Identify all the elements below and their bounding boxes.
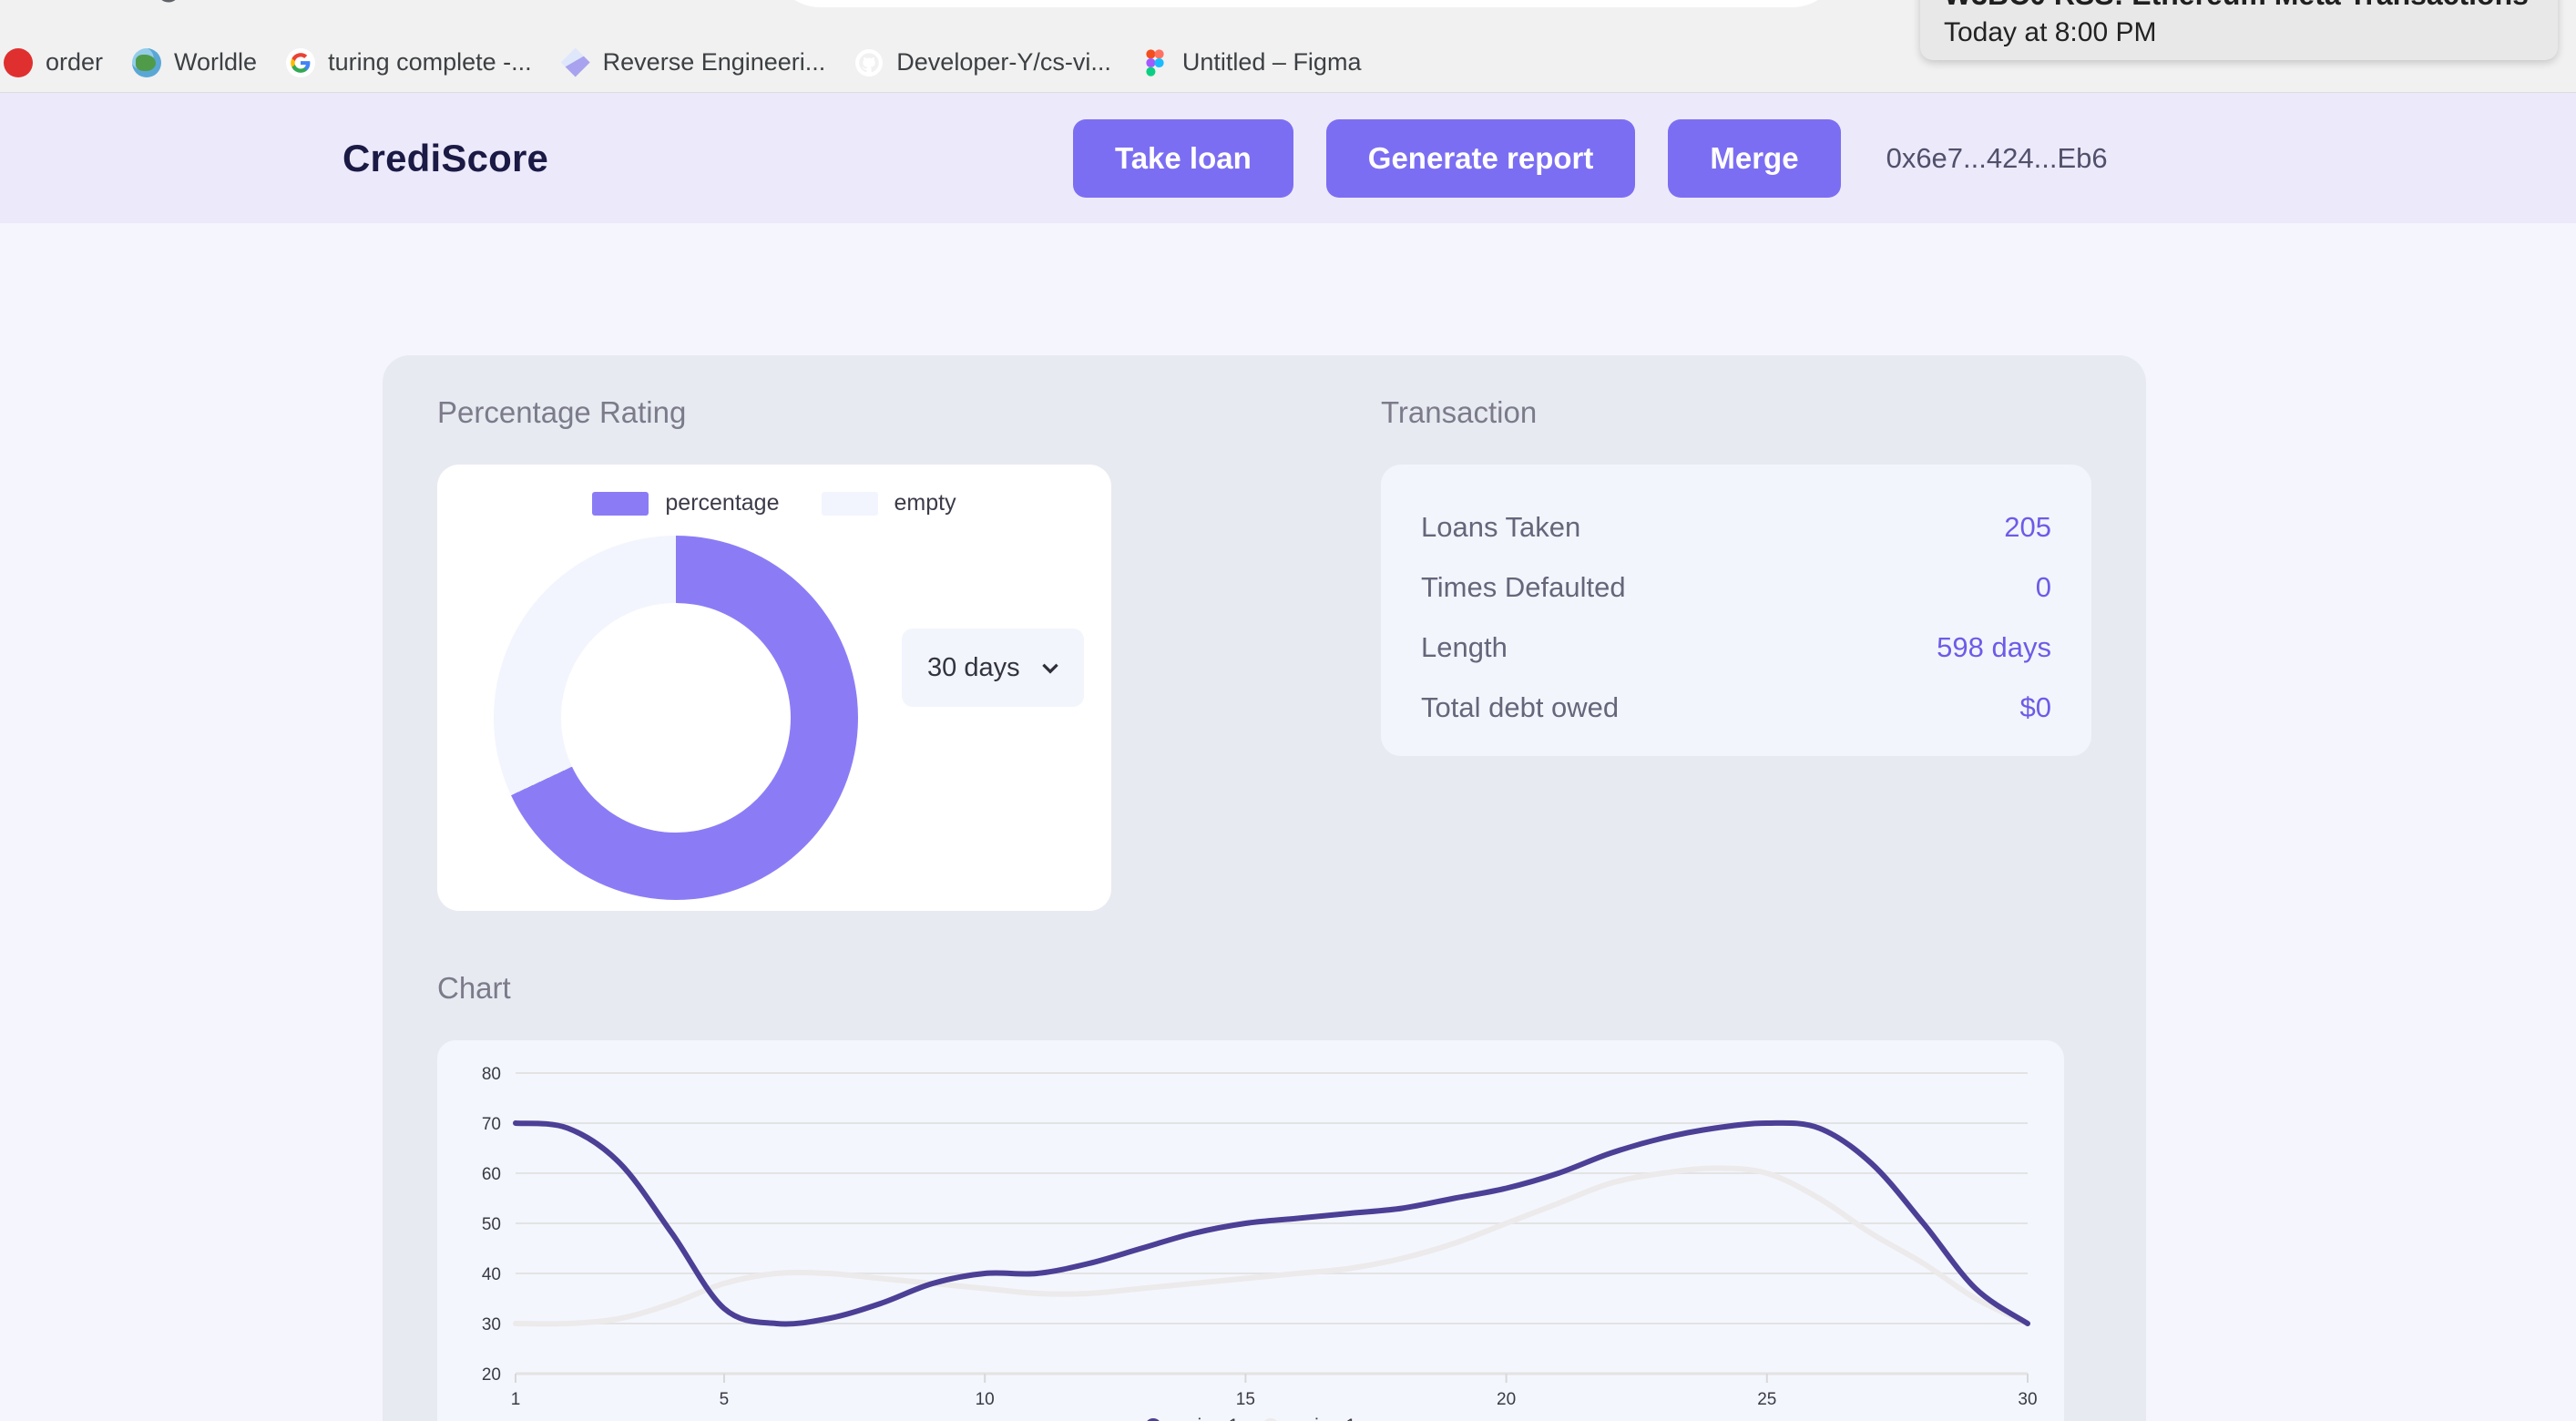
- notification-title: W3BC0 RSS: Ethereum Meta Transactions - …: [1944, 0, 2534, 12]
- chart-legend-label: series-1: [1170, 1416, 1239, 1421]
- transaction-value: $0: [2019, 691, 2051, 723]
- table-row: Total debt owed $0: [1421, 678, 2051, 738]
- forward-arrow-icon[interactable]: [84, 0, 115, 6]
- bookmark-item-worldle[interactable]: Worldle: [118, 43, 271, 83]
- bookmark-label: Reverse Engineeri...: [602, 48, 826, 76]
- svg-text:1: 1: [511, 1390, 521, 1409]
- time-range-value: 30 days: [927, 652, 1020, 682]
- svg-text:80: 80: [482, 1065, 501, 1084]
- app-header: CrediScore Take loan Generate report Mer…: [0, 93, 2576, 223]
- donut-center-hole: [561, 603, 791, 833]
- svg-text:5: 5: [720, 1390, 730, 1409]
- transaction-label: Length: [1421, 631, 1508, 663]
- svg-text:30: 30: [2018, 1390, 2037, 1409]
- reload-icon[interactable]: [153, 0, 184, 6]
- take-loan-button[interactable]: Take loan: [1073, 118, 1293, 198]
- transaction-card: Loans Taken 205 Times Defaulted 0 Length…: [1381, 465, 2091, 756]
- donut-legend: percentage empty: [437, 490, 1111, 516]
- svg-text:30: 30: [482, 1315, 501, 1334]
- bookmark-label: order: [46, 48, 104, 76]
- time-range-select[interactable]: 30 days: [902, 629, 1084, 707]
- github-favicon: [854, 48, 884, 77]
- wallet-address[interactable]: 0x6e7...424...Eb6: [1886, 142, 2108, 175]
- chevron-down-icon: [1042, 663, 1058, 674]
- legend-label-percentage: percentage: [665, 490, 780, 516]
- transaction-label: Total debt owed: [1421, 691, 1620, 723]
- transaction-column: Transaction Loans Taken 205 Times Defaul…: [1381, 395, 2091, 911]
- legend-swatch-percentage: [592, 491, 649, 516]
- globe-favicon: [132, 47, 162, 77]
- navigation-buttons: [15, 0, 184, 6]
- back-arrow-icon[interactable]: [15, 0, 46, 6]
- bookmark-label: turing complete -...: [328, 48, 532, 76]
- notification-timestamp: Today at 8:00 PM: [1944, 16, 2157, 47]
- donut-chart: [494, 536, 858, 900]
- line-chart-svg: 203040506070801 5 10 15 20 25 30: [482, 1065, 2038, 1409]
- percentage-rating-column: Percentage Rating percentage empty 30 da…: [437, 395, 1293, 911]
- transaction-value: 205: [2004, 511, 2051, 543]
- app-logo[interactable]: CrediScore: [342, 137, 548, 180]
- legend-swatch-empty: [821, 491, 878, 516]
- svg-text:10: 10: [976, 1390, 995, 1409]
- svg-text:60: 60: [482, 1165, 501, 1184]
- generate-report-button[interactable]: Generate report: [1325, 118, 1636, 198]
- dashboard-top-row: Percentage Rating percentage empty 30 da…: [437, 395, 2091, 911]
- bookmark-item-turing-complete[interactable]: turing complete -...: [271, 43, 547, 83]
- chart-legend-item[interactable]: series-1: [1262, 1416, 1356, 1421]
- bookmark-item-order[interactable]: order: [0, 43, 118, 83]
- svg-text:25: 25: [1757, 1390, 1776, 1409]
- bookmark-item-github-repo[interactable]: Developer-Y/cs-vi...: [840, 43, 1126, 83]
- merge-button[interactable]: Merge: [1668, 118, 1841, 198]
- transaction-value: 598 days: [1937, 631, 2051, 663]
- chart-section-title: Chart: [437, 971, 511, 1005]
- transaction-value: 0: [2035, 571, 2051, 603]
- svg-text:40: 40: [482, 1265, 501, 1284]
- chart-legend-label: series-1: [1288, 1416, 1356, 1421]
- chart-legend: series-1 series-1: [437, 1416, 2064, 1421]
- svg-text:20: 20: [482, 1365, 501, 1385]
- chart-legend-item[interactable]: series-1: [1145, 1416, 1239, 1421]
- percentage-rating-card: percentage empty 30 days: [437, 465, 1111, 911]
- svg-text:50: 50: [482, 1215, 501, 1234]
- svg-text:70: 70: [482, 1115, 501, 1134]
- table-row: Loans Taken 205: [1421, 497, 2051, 557]
- bookmark-item-figma[interactable]: Untitled – Figma: [1126, 43, 1376, 83]
- svg-text:15: 15: [1236, 1390, 1255, 1409]
- notification-tooltip: W3BC0 RSS: Ethereum Meta Transactions - …: [1920, 0, 2558, 60]
- legend-item-empty: empty: [821, 490, 956, 516]
- dashboard-container: Percentage Rating percentage empty 30 da…: [383, 355, 2146, 1421]
- browser-chrome: crediscore.netlify.app/dashboard order W…: [0, 0, 2576, 93]
- table-row: Length 598 days: [1421, 618, 2051, 678]
- address-bar[interactable]: crediscore.netlify.app/dashboard: [772, 0, 1840, 7]
- bookmark-label: Worldle: [174, 48, 258, 76]
- legend-item-percentage: percentage: [592, 490, 780, 516]
- header-actions: Take loan Generate report Merge 0x6e7...…: [1073, 118, 2108, 198]
- legend-label-empty: empty: [894, 490, 956, 516]
- transaction-label: Times Defaulted: [1421, 571, 1626, 603]
- bookmark-item-reverse-engineering[interactable]: Reverse Engineeri...: [547, 43, 841, 83]
- table-row: Times Defaulted 0: [1421, 557, 2051, 618]
- google-favicon: [286, 47, 316, 77]
- percentage-rating-title: Percentage Rating: [437, 395, 687, 429]
- diamond-favicon: [560, 47, 590, 77]
- transaction-title: Transaction: [1381, 395, 1538, 429]
- red-circle-favicon: [4, 47, 33, 77]
- figma-favicon: [1140, 48, 1170, 77]
- bookmark-label: Untitled – Figma: [1181, 48, 1362, 76]
- page-content: CrediScore Take loan Generate report Mer…: [0, 93, 2576, 1421]
- svg-text:20: 20: [1497, 1390, 1516, 1409]
- chart-section: Chart 20304050607080151015202530 series-…: [437, 971, 2091, 1421]
- line-chart-card: 20304050607080151015202530 series-1serie…: [437, 1040, 2064, 1421]
- transaction-label: Loans Taken: [1421, 511, 1581, 543]
- bookmark-label: Developer-Y/cs-vi...: [896, 48, 1111, 76]
